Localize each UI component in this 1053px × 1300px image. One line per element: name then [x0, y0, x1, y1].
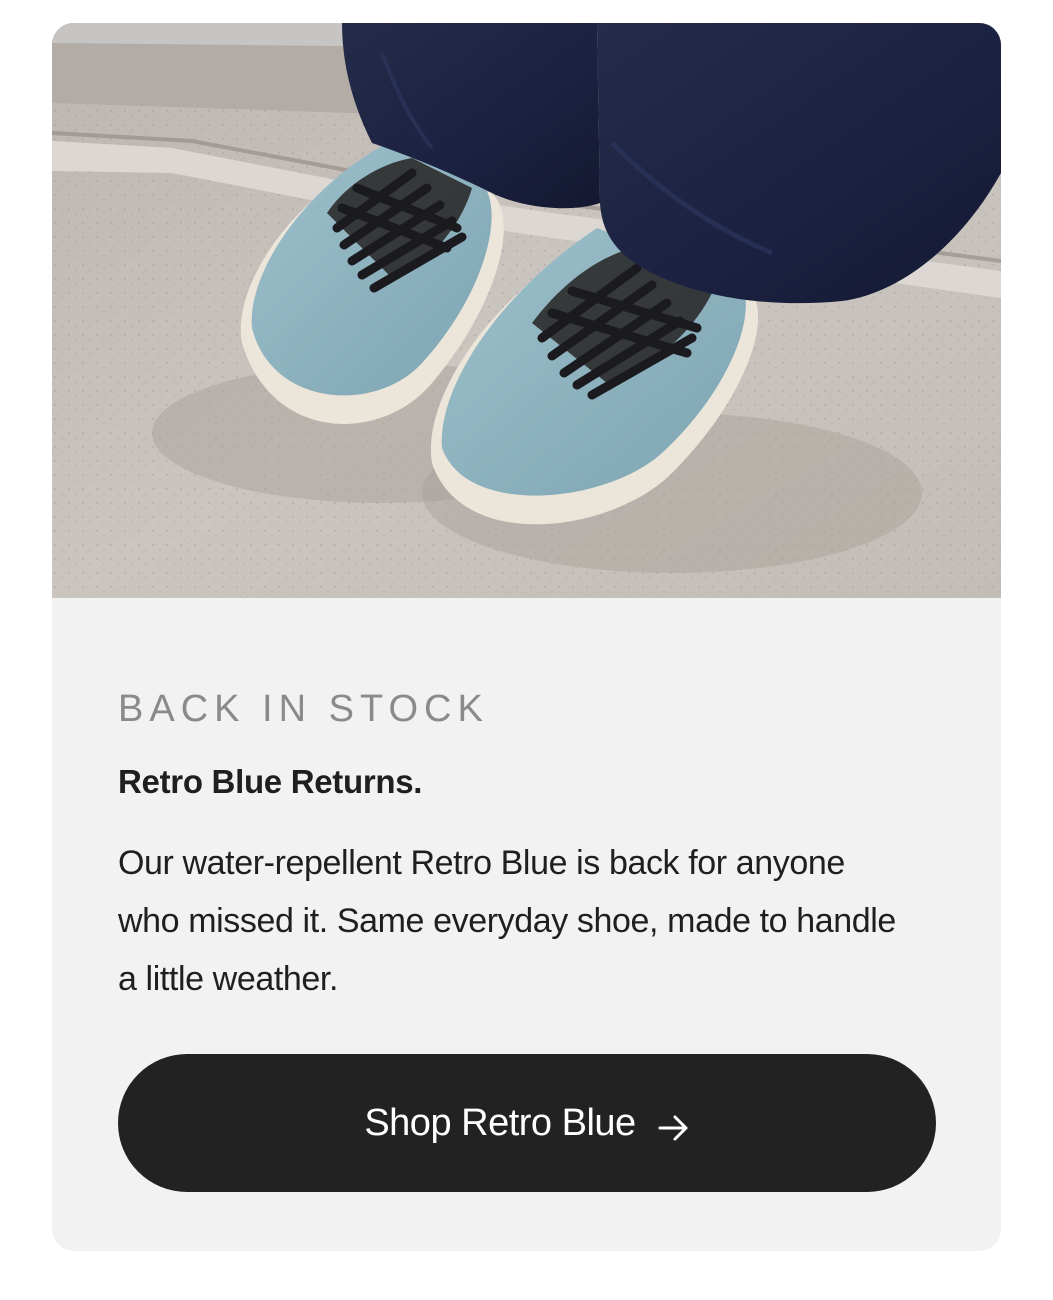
- button-label: Shop Retro Blue: [364, 1101, 636, 1144]
- promo-card: BACK IN STOCK Retro Blue Returns. Our wa…: [52, 23, 1001, 1251]
- card-body-text: Our water-repellent Retro Blue is back f…: [118, 844, 896, 998]
- eyebrow-label: BACK IN STOCK: [118, 688, 489, 730]
- arrow-right-icon: [658, 1109, 690, 1141]
- shoes-photo: [52, 23, 1001, 598]
- hero-image[interactable]: [52, 23, 1001, 598]
- shop-retro-blue-button[interactable]: Shop Retro Blue: [118, 1054, 936, 1192]
- card-headline: Retro Blue Returns.: [118, 763, 423, 800]
